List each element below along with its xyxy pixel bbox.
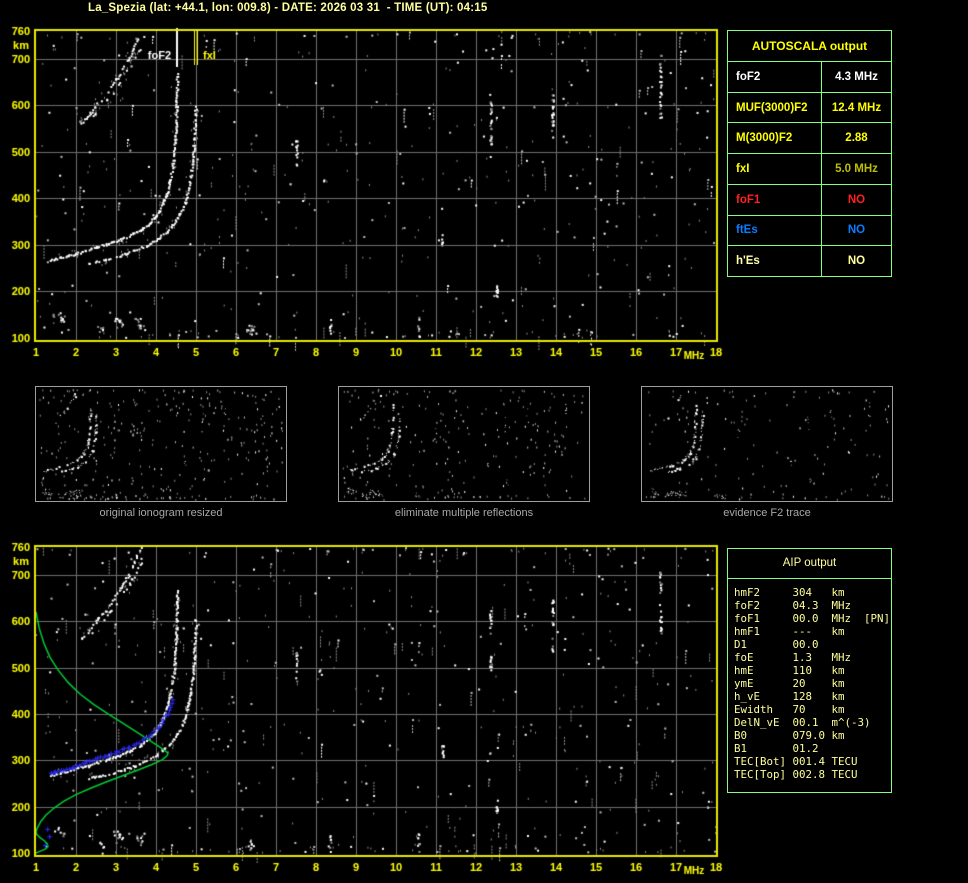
- aip-row-hmf2: hmF2 304 km: [734, 586, 845, 599]
- autoscala-param-label: fxI: [728, 154, 822, 184]
- aip-row-fof2: foF2 04.3 MHz: [734, 599, 852, 612]
- aip-row-delnve: DelN_vE 00.1 m^(-3): [734, 716, 871, 729]
- autoscala-row-fof2: foF2 4.3 MHz: [728, 62, 891, 93]
- aip-row-ewidth: Ewidth 70 km: [734, 703, 845, 716]
- aip-row-tectop: TEC[Top] 002.8 TECU: [734, 768, 858, 781]
- autoscala-row-m3000f2: M(3000)F2 2.88: [728, 123, 891, 155]
- autoscala-param-label: MUF(3000)F2: [728, 92, 822, 123]
- autoscala-param-value: 5.0 MHz: [835, 163, 878, 176]
- aip-row-hve: h_vE 128 km: [734, 690, 845, 703]
- autoscala-row-ftes: ftEs NO: [728, 215, 891, 247]
- station-date-title: La_Spezia (lat: +44.1, lon: 009.8) - DAT…: [88, 2, 488, 14]
- aip-profile-plot: [0, 538, 725, 883]
- aip-row-d1: D1 00.0: [734, 638, 832, 651]
- thumbnail-original-ionogram: [35, 386, 287, 502]
- autoscala-ionogram-screen: La_Spezia (lat: +44.1, lon: 009.8) - DAT…: [0, 0, 968, 883]
- main-ionogram-plot: [0, 22, 725, 384]
- aip-row-hmf1: hmF1 --- km: [734, 625, 845, 638]
- autoscala-param-value: 12.4 MHz: [831, 101, 882, 114]
- autoscala-param-value: NO: [847, 255, 866, 268]
- autoscala-param-label: M(3000)F2: [728, 123, 822, 154]
- autoscala-param-label: foF1: [728, 184, 822, 215]
- autoscala-param-value: NO: [847, 224, 866, 237]
- autoscala-param-value: 4.3 MHz: [835, 70, 878, 83]
- aip-table-rows: hmF2 304 km foF2 04.3 MHz foF1 00.0 MHz [P…: [734, 586, 891, 781]
- aip-output-table: AIP output hmF2 304 km foF2 04.3 MHz foF1 …: [727, 548, 892, 793]
- aip-table-title: AIP output: [728, 549, 891, 579]
- aip-row-tecbot: TEC[Bot] 001.4 TECU: [734, 755, 858, 768]
- autoscala-row-hes: h'Es NO: [728, 246, 891, 277]
- autoscala-row-muf3000f2: MUF(3000)F2 12.4 MHz: [728, 92, 891, 124]
- autoscala-output-table: AUTOSCALA output foF2 4.3 MHz MUF(3000)F2 1…: [727, 30, 892, 277]
- aip-row-b0: B0 079.0 km: [734, 729, 845, 742]
- aip-row-b1: B1 01.2: [734, 742, 832, 755]
- autoscala-row-fof1: foF1 NO: [728, 184, 891, 216]
- autoscala-table-rows: foF2 4.3 MHz MUF(3000)F2 12.4 MHz M(3000)F2 2…: [728, 62, 891, 277]
- aip-row-fof1: foF1 00.0 MHz [PN]: [734, 612, 891, 625]
- thumbnail-caption-evidence: evidence F2 trace: [723, 507, 811, 519]
- autoscala-param-value: 2.88: [845, 132, 868, 145]
- autoscala-param-label: h'Es: [728, 246, 822, 277]
- thumbnail-caption-original: original ionogram resized: [99, 507, 223, 519]
- autoscala-table-title: AUTOSCALA output: [728, 31, 891, 62]
- thumbnail-eliminate-reflections: [338, 386, 590, 502]
- thumbnail-evidence-f2-trace: [641, 386, 893, 502]
- autoscala-param-label: foF2: [728, 62, 822, 92]
- autoscala-param-label: ftEs: [728, 215, 822, 246]
- aip-row-hme: hmE 110 km: [734, 664, 845, 677]
- aip-row-yme: ymE 20 km: [734, 677, 845, 690]
- aip-row-foe: foE 1.3 MHz: [734, 651, 852, 664]
- autoscala-row-fxi: fxI 5.0 MHz: [728, 154, 891, 185]
- autoscala-param-value: NO: [847, 193, 866, 206]
- thumbnail-caption-eliminate: eliminate multiple reflections: [394, 507, 534, 519]
